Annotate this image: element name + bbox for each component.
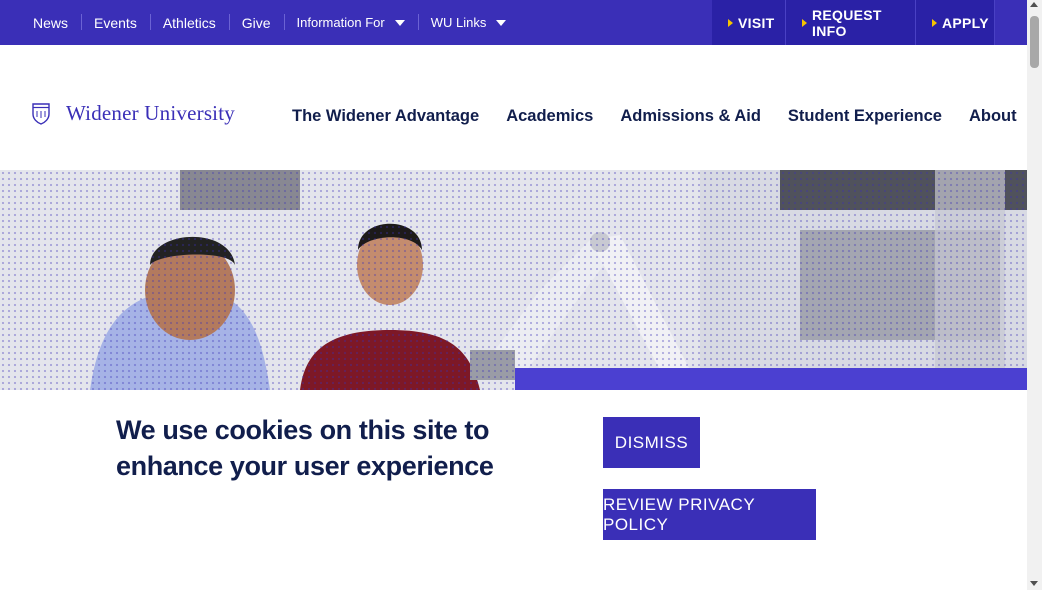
- cta-group: VISIT REQUEST INFO APPLY: [712, 0, 995, 45]
- page: News Events Athletics Give Information F…: [0, 0, 1042, 590]
- utility-link-give[interactable]: Give: [228, 0, 284, 45]
- scroll-up-arrow-icon[interactable]: [1030, 2, 1038, 7]
- hero-dot-overlay: [0, 170, 1027, 390]
- vertical-scrollbar[interactable]: [1027, 0, 1042, 590]
- logo-text: Widener University: [66, 101, 235, 125]
- hero-caption-box: [515, 368, 1027, 390]
- nav-item-student-experience[interactable]: Student Experience: [788, 107, 942, 126]
- utility-link-events[interactable]: Events: [81, 0, 150, 45]
- arrow-right-icon: [932, 18, 937, 27]
- scroll-down-arrow-icon[interactable]: [1030, 581, 1038, 586]
- cookie-banner: We use cookies on this site to enhance y…: [0, 390, 1027, 590]
- nav-item-about[interactable]: About: [969, 107, 1017, 126]
- review-privacy-policy-button[interactable]: REVIEW PRIVACY POLICY: [603, 489, 816, 540]
- nav-item-academics[interactable]: Academics: [506, 107, 593, 126]
- caret-down-icon: [496, 19, 507, 26]
- main-header: Widener University The Widener Advantage…: [0, 45, 1027, 170]
- utility-link-news[interactable]: News: [20, 0, 81, 45]
- nav-item-admissions-aid[interactable]: Admissions & Aid: [620, 107, 761, 126]
- utility-links: News Events Athletics Give Information F…: [20, 0, 519, 45]
- arrow-right-icon: [728, 18, 733, 27]
- scrollbar-thumb[interactable]: [1030, 16, 1039, 68]
- utility-link-athletics[interactable]: Athletics: [149, 0, 229, 45]
- utility-bar: News Events Athletics Give Information F…: [0, 0, 1027, 45]
- main-nav: The Widener Advantage Academics Admissio…: [292, 107, 1042, 126]
- apply-label: APPLY: [942, 14, 989, 31]
- visit-label: VISIT: [738, 14, 775, 31]
- information-for-label: Information For: [296, 15, 385, 30]
- arrow-right-icon: [802, 18, 807, 27]
- shield-icon: [32, 102, 50, 125]
- visit-button[interactable]: VISIT: [712, 0, 786, 45]
- wu-links-dropdown[interactable]: WU Links: [417, 0, 520, 45]
- site-logo[interactable]: Widener University: [32, 101, 235, 126]
- dismiss-button[interactable]: DISMISS: [603, 417, 700, 468]
- cookie-message: We use cookies on this site to enhance y…: [116, 415, 494, 481]
- apply-button[interactable]: APPLY: [916, 0, 995, 45]
- caret-down-icon: [394, 19, 405, 26]
- information-for-dropdown[interactable]: Information For: [283, 0, 418, 45]
- request-info-label: REQUEST INFO: [812, 6, 882, 39]
- hero-image: [0, 170, 1027, 390]
- wu-links-label: WU Links: [430, 15, 487, 30]
- request-info-button[interactable]: REQUEST INFO: [786, 0, 916, 45]
- nav-item-widener-advantage[interactable]: The Widener Advantage: [292, 107, 479, 126]
